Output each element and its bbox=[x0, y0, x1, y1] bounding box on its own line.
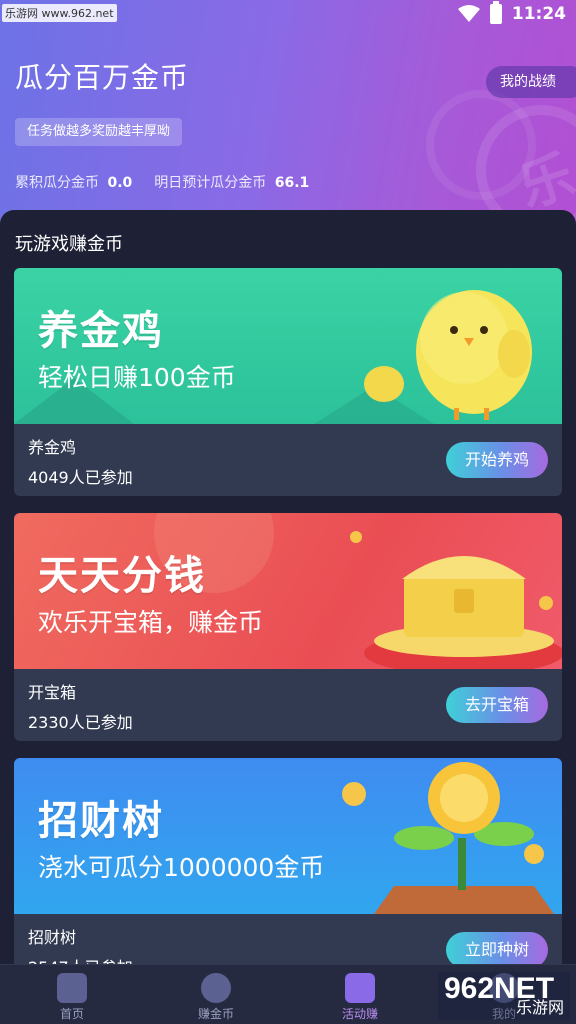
tab-label: 赚金币 bbox=[197, 1007, 234, 1021]
header: 乐 乐游网 www.962.net 11:24 瓜分百万金币 我的战绩 任务做越… bbox=[0, 0, 576, 240]
tab-label: 活动赚 bbox=[341, 1007, 378, 1021]
start-chicken-button[interactable]: 开始养鸡 bbox=[446, 442, 548, 478]
stat-value: 66.1 bbox=[274, 175, 310, 191]
tab-activities[interactable]: 活动赚 bbox=[288, 965, 432, 1024]
banner-subtitle: 浇水可瓜分1000000金币 bbox=[38, 853, 325, 882]
game-card-chest[interactable]: 天天分钱 欢乐开宝箱，赚金币 开宝箱 2330人已参加 去开宝箱 bbox=[14, 513, 562, 741]
main-content: 玩游戏赚金币 养金鸡 轻松日赚100金币 养金鸡 4049人已参加 开始养鸡 天… bbox=[0, 210, 576, 986]
status-icons: 11:24 bbox=[457, 1, 566, 24]
tab-home[interactable]: 首页 bbox=[0, 965, 144, 1024]
tab-label: 首页 bbox=[59, 1007, 84, 1021]
watermark: 乐游网 www.962.net bbox=[2, 4, 117, 22]
watermark-bottom: 962NET 乐游网 bbox=[438, 972, 570, 1020]
game-card-tree[interactable]: 招财树 浇水可瓜分1000000金币 招财树 2547人已参加 立即种树 bbox=[14, 758, 562, 986]
status-bar: 乐游网 www.962.net 11:24 bbox=[0, 0, 576, 32]
participant-count: 2330人已参加 bbox=[28, 713, 133, 732]
page-title: 瓜分百万金币 bbox=[15, 61, 190, 94]
my-record-button[interactable]: 我的战绩 bbox=[486, 66, 576, 98]
stat-value: 0.0 bbox=[107, 175, 133, 191]
stat-label: 明日预计瓜分金币 bbox=[154, 175, 267, 191]
stats: 累积瓜分金币 0.0 明日预计瓜分金币 66.1 bbox=[15, 172, 309, 192]
banner-title: 天天分钱 bbox=[38, 553, 206, 599]
banner-subtitle: 欢乐开宝箱，赚金币 bbox=[38, 608, 264, 637]
clock: 11:24 bbox=[511, 4, 566, 24]
card-name: 开宝箱 bbox=[28, 683, 77, 702]
battery-icon bbox=[489, 1, 502, 24]
wifi-icon bbox=[457, 5, 480, 22]
home-chart-icon bbox=[57, 973, 87, 1003]
banner-tree[interactable]: 招财树 浇水可瓜分1000000金币 bbox=[14, 758, 562, 914]
game-card-chicken[interactable]: 养金鸡 轻松日赚100金币 养金鸡 4049人已参加 开始养鸡 bbox=[14, 268, 562, 496]
banner-chest[interactable]: 天天分钱 欢乐开宝箱，赚金币 bbox=[14, 513, 562, 669]
participant-count: 4049人已参加 bbox=[28, 468, 133, 487]
tab-earn-coins[interactable]: 赚金币 bbox=[144, 965, 288, 1024]
card-name: 招财树 bbox=[28, 928, 77, 947]
banner-title: 招财树 bbox=[38, 798, 164, 844]
plant-tree-button[interactable]: 立即种树 bbox=[446, 932, 548, 968]
banner-subtitle: 轻松日赚100金币 bbox=[38, 363, 236, 392]
stat-label: 累积瓜分金币 bbox=[15, 175, 99, 191]
coin-icon bbox=[201, 973, 231, 1003]
stat-tomorrow: 明日预计瓜分金币 66.1 bbox=[154, 172, 309, 192]
watermark-small: 乐游网 bbox=[515, 998, 564, 1017]
banner-title: 养金鸡 bbox=[38, 308, 164, 354]
card-name: 养金鸡 bbox=[28, 438, 77, 457]
tagline: 任务做越多奖励越丰厚呦 bbox=[15, 118, 183, 146]
stat-total: 累积瓜分金币 0.0 bbox=[15, 172, 132, 192]
open-chest-button[interactable]: 去开宝箱 bbox=[446, 687, 548, 723]
star-icon bbox=[345, 973, 375, 1003]
banner-chicken[interactable]: 养金鸡 轻松日赚100金币 bbox=[14, 268, 562, 424]
section-title: 玩游戏赚金币 bbox=[15, 234, 123, 255]
